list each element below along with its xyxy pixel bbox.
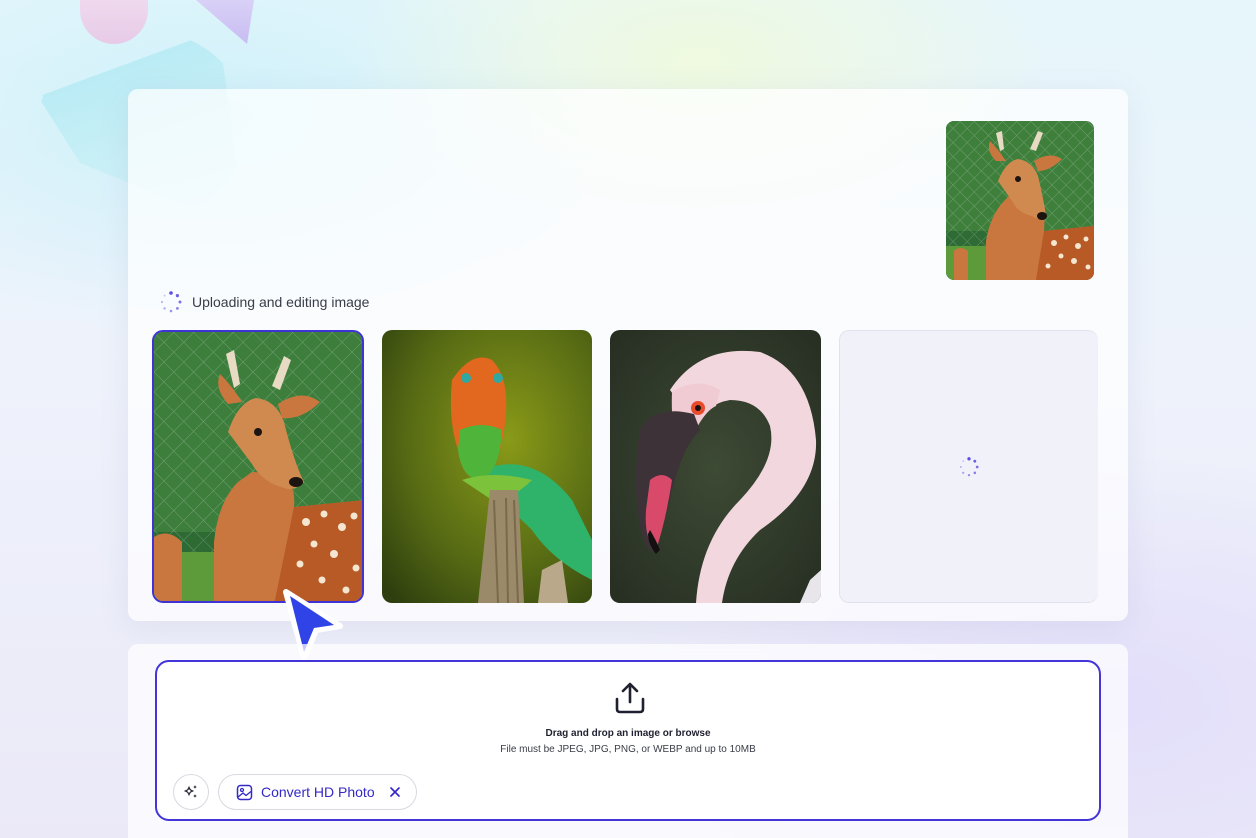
gallery-card-lizard[interactable] bbox=[382, 330, 592, 603]
gallery-card-flamingo[interactable] bbox=[610, 330, 821, 603]
decorative-purple-shape bbox=[196, 0, 254, 44]
results-panel: Uploading and editing image bbox=[128, 89, 1128, 621]
chip-label: Convert HD Photo bbox=[261, 784, 375, 800]
upload-panel: Drag and drop an image or browse File mu… bbox=[128, 644, 1128, 838]
status-text: Uploading and editing image bbox=[192, 294, 370, 310]
gallery-card-deer[interactable] bbox=[152, 330, 364, 603]
drop-title[interactable]: Drag and drop an image or browse bbox=[157, 728, 1099, 739]
drop-file-requirements: File must be JPEG, JPG, PNG, or WEBP and… bbox=[500, 744, 756, 755]
loading-spinner-icon bbox=[959, 456, 979, 476]
lizard-image bbox=[382, 330, 592, 603]
flamingo-image bbox=[610, 330, 821, 603]
close-icon bbox=[389, 787, 400, 797]
upload-status: Uploading and editing image bbox=[160, 291, 369, 313]
deer-image bbox=[154, 332, 362, 601]
loading-spinner-icon bbox=[160, 291, 182, 313]
convert-hd-photo-chip[interactable]: Convert HD Photo bbox=[218, 774, 417, 810]
gallery-card-loading bbox=[839, 330, 1098, 603]
upload-icon bbox=[615, 682, 645, 714]
chip-remove-button[interactable] bbox=[389, 786, 401, 798]
decorative-pink-shape bbox=[80, 0, 148, 44]
deer-image bbox=[946, 121, 1094, 280]
drop-zone[interactable]: Drag and drop an image or browse File mu… bbox=[155, 660, 1101, 821]
image-icon bbox=[236, 784, 253, 800]
sparkles-icon bbox=[184, 785, 197, 798]
uploaded-image-preview[interactable] bbox=[946, 121, 1094, 280]
magic-button[interactable] bbox=[173, 774, 209, 810]
